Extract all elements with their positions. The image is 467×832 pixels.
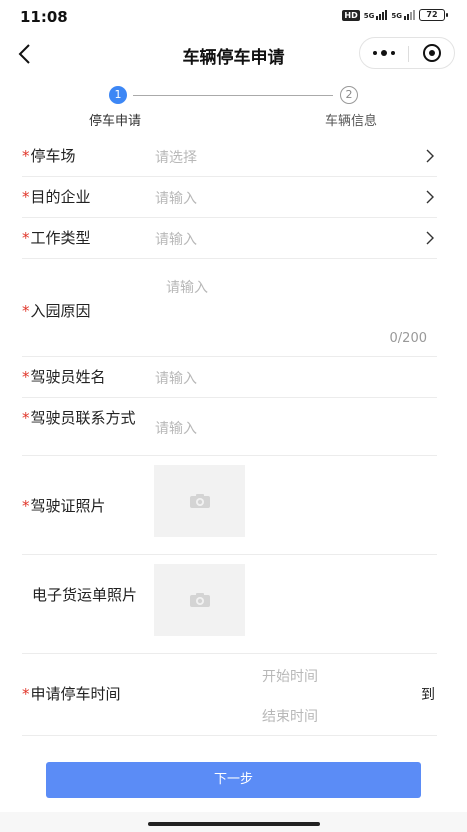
home-area <box>0 812 467 832</box>
entry-reason-label: *入园原因 <box>22 302 91 320</box>
parking-lot-field[interactable]: *停车场 请选择 <box>22 136 437 177</box>
driver-phone-field: *驾驶员联系方式 请输入 <box>22 398 437 456</box>
camera-icon <box>189 494 210 508</box>
step-1-number: 1 <box>109 86 127 104</box>
waybill-photo-field: 电子货运单照片 <box>22 555 437 654</box>
status-icons: HD 5G 5G 72 <box>342 9 448 21</box>
battery-icon: 72 <box>419 9 448 21</box>
time-separator: 到 <box>421 687 435 703</box>
step-2-label: 车辆信息 <box>325 114 378 129</box>
chevron-right-icon <box>426 149 434 163</box>
start-time-picker[interactable]: 开始时间 <box>262 666 318 686</box>
chevron-right-icon <box>426 231 434 245</box>
work-type-input[interactable]: 请输入 <box>155 229 197 249</box>
application-form: *停车场 请选择 *目的企业 请输入 *工作类型 请输入 *入园原因 请输入 0… <box>0 136 467 736</box>
parking-time-label: *申请停车时间 <box>22 685 121 703</box>
camera-icon <box>189 593 210 607</box>
nav-bar: 车辆停车申请 <box>0 34 467 74</box>
more-button[interactable] <box>360 38 408 68</box>
chevron-right-icon <box>426 190 434 204</box>
entry-reason-field: *入园原因 请输入 0/200 <box>22 259 437 357</box>
work-type-field[interactable]: *工作类型 请输入 <box>22 218 437 259</box>
target-close-icon <box>423 44 441 62</box>
parking-lot-select[interactable]: 请选择 <box>155 147 197 167</box>
step-2-number: 2 <box>340 86 358 104</box>
waybill-photo-label: 电子货运单照片 <box>32 586 138 604</box>
step-indicator: 1 停车申请 2 车辆信息 <box>0 84 467 129</box>
license-photo-upload[interactable] <box>154 465 245 537</box>
driver-name-label: *驾驶员姓名 <box>22 368 106 386</box>
license-photo-label: *驾驶证照片 <box>22 497 106 515</box>
waybill-photo-upload[interactable] <box>154 564 245 636</box>
status-bar: 11:08 HD 5G 5G 72 <box>0 0 467 34</box>
signal-icon-2: 5G <box>391 10 415 20</box>
entry-reason-textarea[interactable]: 请输入 <box>166 277 208 297</box>
driver-phone-input[interactable]: 请输入 <box>155 418 197 438</box>
license-photo-field: *驾驶证照片 <box>22 456 437 555</box>
more-dots-icon <box>373 51 377 55</box>
driver-phone-label: *驾驶员联系方式 <box>22 409 136 427</box>
char-counter: 0/200 <box>389 331 427 346</box>
parking-lot-label: *停车场 <box>22 147 76 165</box>
mini-program-capsule <box>359 37 455 69</box>
end-time-picker[interactable]: 结束时间 <box>262 706 318 726</box>
work-type-label: *工作类型 <box>22 229 91 247</box>
hd-badge: HD <box>342 9 360 21</box>
target-company-label: *目的企业 <box>22 188 91 206</box>
close-button[interactable] <box>409 38 455 68</box>
target-company-field[interactable]: *目的企业 请输入 <box>22 177 437 218</box>
target-company-input[interactable]: 请输入 <box>155 188 197 208</box>
status-time: 11:08 <box>20 8 68 26</box>
driver-name-input[interactable]: 请输入 <box>155 368 197 388</box>
home-indicator[interactable] <box>148 822 320 826</box>
step-1-label: 停车申请 <box>89 114 142 129</box>
parking-time-field: *申请停车时间 开始时间 结束时间 到 <box>22 654 437 736</box>
step-connector <box>133 95 333 96</box>
signal-icon: 5G <box>364 10 388 20</box>
driver-name-field: *驾驶员姓名 请输入 <box>22 357 437 398</box>
next-step-button[interactable]: 下一步 <box>46 762 421 798</box>
